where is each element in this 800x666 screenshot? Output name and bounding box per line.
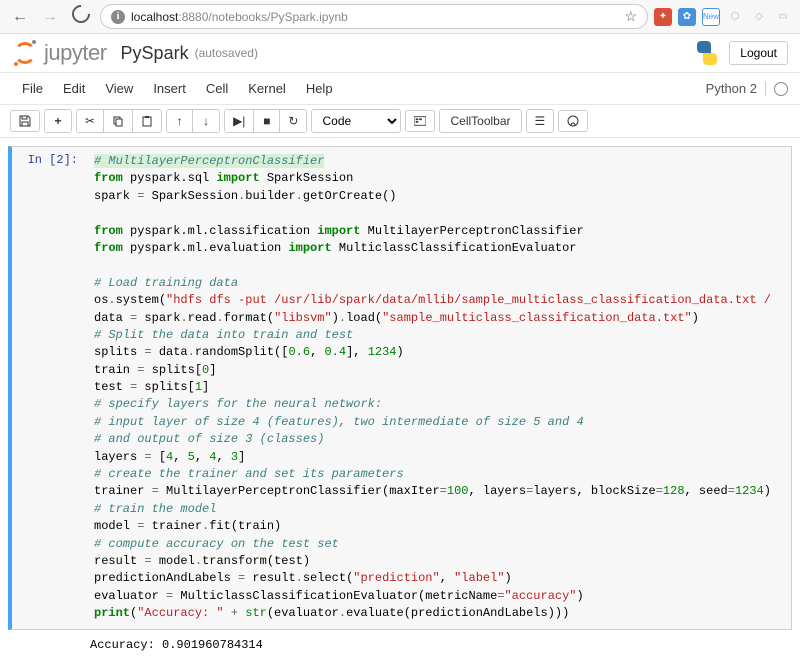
kernel-name: Python 2 bbox=[706, 81, 766, 96]
ext-icon-5[interactable]: ◇ bbox=[750, 8, 768, 26]
cell-type-select[interactable]: Code bbox=[311, 109, 401, 133]
output-cell: Accuracy: 0.901960784314 bbox=[8, 632, 792, 658]
ext-icon-2[interactable]: ✿ bbox=[678, 8, 696, 26]
code-input[interactable]: # MultilayerPerceptronClassifierfrom pys… bbox=[86, 147, 791, 629]
output-text: Accuracy: 0.901960784314 bbox=[82, 632, 271, 658]
move-down-button[interactable]: ↓ bbox=[193, 110, 219, 132]
url-bar[interactable]: i localhost:8880/notebooks/PySpark.ipynb… bbox=[100, 4, 648, 29]
github-button[interactable] bbox=[559, 111, 587, 131]
menu-kernel[interactable]: Kernel bbox=[238, 77, 296, 100]
toolbar: + ✂ ↑ ↓ ▶| ■ ↻ Code CellToolbar ☰ bbox=[0, 105, 800, 138]
save-button[interactable] bbox=[11, 111, 39, 131]
back-icon[interactable]: ← bbox=[8, 8, 32, 26]
ext-icon-3[interactable]: New bbox=[702, 8, 720, 26]
menu-file[interactable]: File bbox=[12, 77, 53, 100]
notebook-area: In [2]: # MultilayerPerceptronClassifier… bbox=[0, 138, 800, 666]
url-path: /notebooks/PySpark.ipynb bbox=[208, 10, 347, 24]
extension-icons: ✦ ✿ New ⬡ ◇ ▭ bbox=[654, 8, 792, 26]
list-button[interactable]: ☰ bbox=[527, 110, 554, 132]
command-palette-button[interactable] bbox=[406, 111, 434, 131]
copy-button[interactable] bbox=[104, 110, 133, 132]
menu-cell[interactable]: Cell bbox=[196, 77, 238, 100]
jupyter-logo[interactable]: jupyter bbox=[12, 40, 107, 66]
ext-icon-6[interactable]: ▭ bbox=[774, 8, 792, 26]
output-prompt bbox=[8, 632, 82, 658]
cut-button[interactable]: ✂ bbox=[77, 110, 104, 132]
url-port: :8880 bbox=[178, 10, 208, 24]
jupyter-logo-icon bbox=[12, 40, 38, 66]
reload-icon[interactable] bbox=[68, 5, 94, 28]
code-cell[interactable]: In [2]: # MultilayerPerceptronClassifier… bbox=[8, 146, 792, 630]
ext-icon-4[interactable]: ⬡ bbox=[726, 8, 744, 26]
input-prompt: In [2]: bbox=[12, 147, 86, 629]
notebook-header: jupyter PySpark (autosaved) Logout bbox=[0, 34, 800, 73]
forward-icon[interactable]: → bbox=[38, 8, 62, 26]
bookmark-icon[interactable]: ☆ bbox=[624, 8, 637, 25]
ext-icon-1[interactable]: ✦ bbox=[654, 8, 672, 26]
menubar: File Edit View Insert Cell Kernel Help P… bbox=[0, 73, 800, 105]
add-cell-button[interactable]: + bbox=[45, 110, 71, 132]
run-button[interactable]: ▶| bbox=[225, 110, 254, 132]
python-logo-icon bbox=[695, 41, 719, 65]
info-icon[interactable]: i bbox=[111, 10, 125, 24]
menu-help[interactable]: Help bbox=[296, 77, 343, 100]
autosave-status: (autosaved) bbox=[195, 46, 258, 60]
kernel-status-icon bbox=[774, 82, 788, 96]
notebook-name[interactable]: PySpark bbox=[121, 43, 189, 64]
restart-button[interactable]: ↻ bbox=[280, 110, 306, 132]
url-host: localhost bbox=[131, 10, 178, 24]
paste-button[interactable] bbox=[133, 110, 161, 132]
logout-button[interactable]: Logout bbox=[729, 41, 788, 65]
move-up-button[interactable]: ↑ bbox=[167, 110, 193, 132]
cell-toolbar-button[interactable]: CellToolbar bbox=[440, 110, 520, 132]
menu-edit[interactable]: Edit bbox=[53, 77, 95, 100]
jupyter-logo-text: jupyter bbox=[44, 40, 107, 66]
browser-bar: ← → i localhost:8880/notebooks/PySpark.i… bbox=[0, 0, 800, 34]
menu-view[interactable]: View bbox=[95, 77, 143, 100]
menu-insert[interactable]: Insert bbox=[143, 77, 196, 100]
stop-button[interactable]: ■ bbox=[254, 110, 280, 132]
